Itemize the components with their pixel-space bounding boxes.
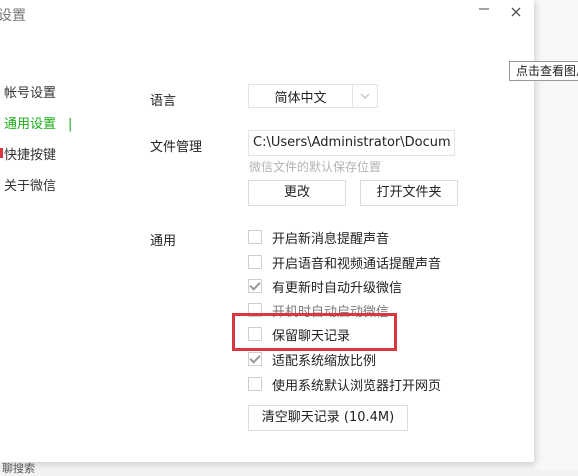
file-management-label: 文件管理 bbox=[150, 140, 203, 155]
window-title: 设置 bbox=[0, 8, 26, 24]
file-path-field[interactable]: C:\Users\Administrator\Docum bbox=[248, 130, 455, 156]
language-label: 语言 bbox=[150, 94, 177, 109]
highlight-annotation bbox=[232, 313, 397, 351]
option-new-message-sound[interactable]: 开启新消息提醒声音 bbox=[248, 227, 389, 247]
option-auto-update[interactable]: 有更新时自动升级微信 bbox=[248, 276, 402, 296]
tooltip: 点击查看图片 bbox=[509, 61, 578, 81]
language-select[interactable]: 简体中文 bbox=[248, 84, 378, 108]
file-path-hint: 微信文件的默认保存位置 bbox=[249, 160, 382, 174]
close-icon[interactable] bbox=[511, 3, 521, 21]
checkbox[interactable] bbox=[248, 279, 262, 293]
checkbox[interactable] bbox=[248, 352, 262, 366]
language-value: 简体中文 bbox=[274, 90, 327, 106]
open-folder-button[interactable]: 打开文件夹 bbox=[360, 180, 458, 206]
option-system-scaling[interactable]: 适配系统缩放比例 bbox=[248, 349, 376, 369]
red-indicator bbox=[0, 148, 3, 158]
option-call-sound[interactable]: 开启语音和视频通话提醒声音 bbox=[248, 252, 441, 272]
sidebar-item-account[interactable]: 帐号设置 bbox=[4, 82, 56, 101]
sidebar-item-general[interactable]: 通用设置 bbox=[4, 113, 72, 132]
general-label: 通用 bbox=[150, 234, 177, 249]
sidebar-item-about[interactable]: 关于微信 bbox=[4, 175, 56, 194]
sidebar-item-shortcuts[interactable]: 快捷按键 bbox=[4, 144, 56, 163]
checkbox[interactable] bbox=[248, 230, 262, 244]
clear-chat-history-button[interactable]: 清空聊天记录 (10.4M) bbox=[248, 405, 408, 431]
background-text: 聊搜索 bbox=[2, 462, 35, 475]
option-default-browser[interactable]: 使用系统默认浏览器打开网页 bbox=[248, 374, 441, 394]
checkbox[interactable] bbox=[248, 255, 262, 269]
checkbox[interactable] bbox=[248, 377, 262, 391]
settings-dialog: 设置 帐号设置 通用设置 快捷按键 关于微信 语言 简体中文 文件管理 C:\U… bbox=[0, 0, 534, 475]
minimize-icon[interactable] bbox=[478, 0, 490, 19]
change-button[interactable]: 更改 bbox=[248, 180, 346, 206]
chevron-down-icon bbox=[352, 85, 377, 107]
